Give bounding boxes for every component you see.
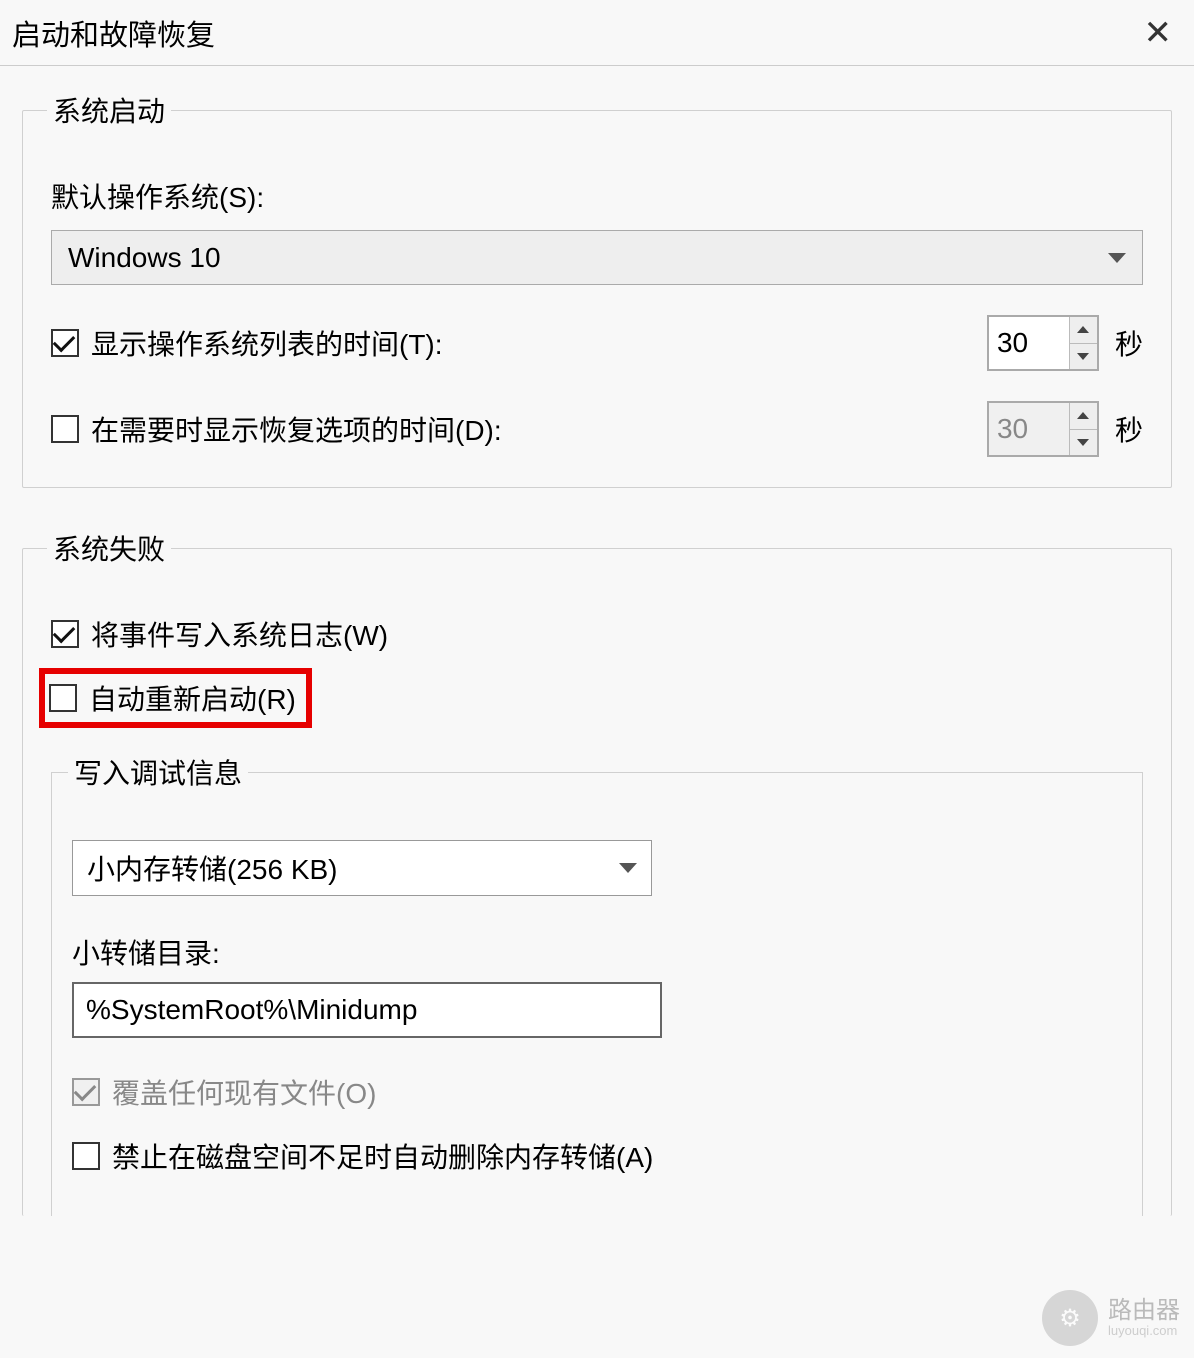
spinner-up-icon [1070, 403, 1097, 430]
legend-system-failure: 系统失败 [47, 528, 171, 568]
highlight-auto-restart: 自动重新启动(R) [39, 668, 312, 728]
spinner-down-icon[interactable] [1070, 344, 1097, 370]
row-no-auto-delete: 禁止在磁盘空间不足时自动删除内存转储(A) [72, 1136, 1122, 1176]
watermark-sub: luyouqi.com [1108, 1324, 1180, 1338]
checkbox-overwrite [72, 1078, 100, 1106]
select-dump-type[interactable]: 小内存转储(256 KB) [72, 840, 652, 896]
unit-seconds-2: 秒 [1115, 409, 1143, 449]
chevron-down-icon [1108, 253, 1126, 263]
input-show-os-list-seconds[interactable] [989, 317, 1069, 369]
router-icon: ⚙ [1042, 1290, 1098, 1346]
input-dump-dir[interactable] [72, 982, 662, 1038]
checkbox-show-recovery[interactable] [51, 415, 79, 443]
row-write-event: 将事件写入系统日志(W) [51, 614, 1143, 654]
label-no-auto-delete: 禁止在磁盘空间不足时自动删除内存转储(A) [112, 1136, 653, 1176]
group-debug-info: 写入调试信息 小内存转储(256 KB) 小转储目录: 覆盖任何现有文件(O) … [51, 752, 1143, 1216]
checkbox-write-event[interactable] [51, 620, 79, 648]
spinner-down-icon [1070, 430, 1097, 456]
label-write-event: 将事件写入系统日志(W) [91, 614, 388, 654]
select-default-os-value: Windows 10 [68, 242, 221, 274]
input-show-recovery-seconds [989, 403, 1069, 455]
label-dump-dir: 小转储目录: [72, 932, 1122, 972]
watermark-main: 路由器 [1108, 1297, 1180, 1324]
row-auto-restart: 自动重新启动(R) [49, 678, 296, 718]
chevron-down-icon [619, 863, 637, 873]
title-bar: 启动和故障恢复 ✕ [0, 0, 1194, 66]
select-dump-type-value: 小内存转储(256 KB) [87, 848, 338, 888]
legend-system-startup: 系统启动 [47, 90, 171, 130]
select-default-os[interactable]: Windows 10 [51, 230, 1143, 285]
checkbox-auto-restart[interactable] [49, 684, 77, 712]
dialog-title: 启动和故障恢复 [12, 12, 215, 54]
checkbox-show-os-list[interactable] [51, 329, 79, 357]
group-system-failure: 系统失败 将事件写入系统日志(W) 自动重新启动(R) 写入调试信息 小内存转储… [22, 528, 1172, 1216]
label-show-recovery: 在需要时显示恢复选项的时间(D): [91, 409, 502, 449]
unit-seconds-1: 秒 [1115, 323, 1143, 363]
watermark: ⚙ 路由器 luyouqi.com [1042, 1290, 1180, 1346]
label-overwrite: 覆盖任何现有文件(O) [112, 1072, 376, 1112]
checkbox-no-auto-delete[interactable] [72, 1142, 100, 1170]
row-overwrite: 覆盖任何现有文件(O) [72, 1072, 1122, 1112]
label-show-os-list: 显示操作系统列表的时间(T): [91, 323, 443, 363]
spinner-show-recovery [987, 401, 1099, 457]
row-show-recovery: 在需要时显示恢复选项的时间(D): 秒 [51, 401, 1143, 457]
legend-debug-info: 写入调试信息 [68, 752, 248, 792]
group-system-startup: 系统启动 默认操作系统(S): Windows 10 显示操作系统列表的时间(T… [22, 90, 1172, 488]
label-default-os: 默认操作系统(S): [51, 176, 1143, 216]
row-show-os-list: 显示操作系统列表的时间(T): 秒 [51, 315, 1143, 371]
dialog-content: 系统启动 默认操作系统(S): Windows 10 显示操作系统列表的时间(T… [0, 66, 1194, 1216]
close-icon[interactable]: ✕ [1136, 12, 1181, 54]
spinner-show-os-list[interactable] [987, 315, 1099, 371]
spinner-up-icon[interactable] [1070, 317, 1097, 344]
label-auto-restart: 自动重新启动(R) [89, 678, 296, 718]
